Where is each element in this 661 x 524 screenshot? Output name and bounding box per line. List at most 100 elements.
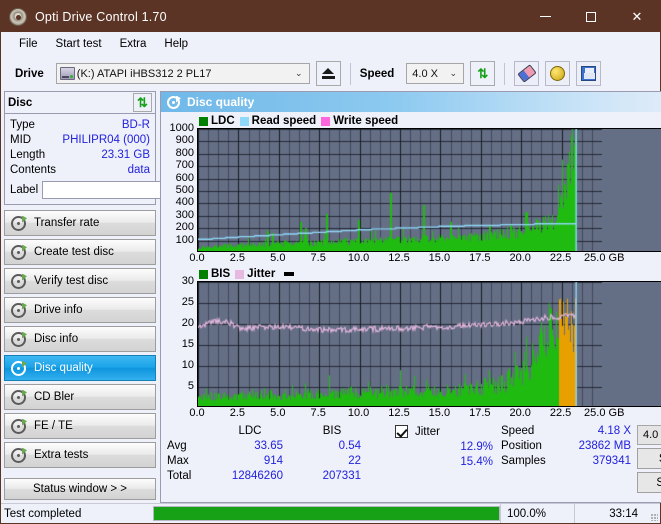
progress-bar	[153, 506, 500, 521]
refresh-button[interactable]: ⇅	[470, 61, 496, 86]
disc-info-icon	[11, 331, 26, 347]
resize-grip[interactable]	[646, 504, 660, 523]
bis-x-axis: 0.0 2.5 5.0 7.5 10.0 12.5 15.0 17.5 20.0 22.5 25.0…	[163, 407, 661, 421]
sidebar-label: Drive info	[34, 304, 83, 316]
legend-read-speed: Read speed	[239, 115, 317, 127]
disc-group-header: Disc ⇅	[5, 92, 155, 114]
disc-row-mid: MID PHILIPR04 (000)	[10, 132, 150, 147]
window-controls: ✕	[522, 1, 660, 32]
stats-total-ldc: 12846260	[231, 470, 283, 482]
sidebar-item-cd-bler[interactable]: CD Bler	[4, 384, 156, 410]
start-part-button[interactable]: Start part	[637, 472, 661, 493]
stats-total-bis: 207331	[322, 470, 361, 482]
disc-refresh-button[interactable]: ⇅	[133, 93, 152, 112]
bonus-button[interactable]	[545, 61, 571, 86]
axis-tick-label: 5	[187, 380, 194, 392]
drive-info-icon	[11, 302, 26, 318]
speed-column: Speed 4.18 X Position 23862 MB Samples 3…	[501, 425, 631, 467]
axis-tick-label: 15	[181, 338, 194, 350]
disc-row-length: Length 23.31 GB	[10, 147, 150, 162]
disc-key-mid: MID	[10, 133, 32, 146]
stats-row-key-total: Total	[167, 470, 192, 482]
axis-tick-label: 7.5	[310, 407, 326, 419]
menu-file[interactable]: File	[10, 35, 47, 53]
jitter-checkbox[interactable]	[395, 425, 408, 438]
speed-value: 4.18 X	[597, 425, 631, 437]
jitter-avg: 12.9%	[460, 441, 493, 453]
legend-bis: BIS	[199, 268, 230, 280]
axis-tick-label: 7.5	[310, 252, 326, 264]
minimize-icon[interactable]	[522, 1, 568, 32]
bis-canvas	[198, 282, 602, 406]
axis-tick-label: 200	[175, 221, 194, 234]
sidebar-item-drive-info[interactable]: Drive info	[4, 297, 156, 323]
disc-row-type: Type BD-R	[10, 117, 150, 132]
progress-percent: 100.0%	[500, 504, 574, 523]
speed-select[interactable]: 4.0 X ⌄	[406, 63, 465, 84]
sidebar-item-fe-te[interactable]: FE / TE	[4, 413, 156, 439]
axis-tick-label: 17.5	[469, 407, 491, 419]
page-title: Disc quality	[187, 95, 255, 109]
drive-label: Drive	[15, 67, 44, 80]
coin-icon	[550, 66, 566, 81]
sidebar-item-create-test-disc[interactable]: Create test disc	[4, 239, 156, 265]
ldc-legend: LDC Read speed Write speed	[163, 114, 661, 128]
menu-help[interactable]: Help	[155, 35, 197, 53]
bis-y-axis-left: 5 10 15 20 25 30	[163, 275, 197, 407]
verify-test-disc-icon	[11, 273, 26, 289]
bis-legend: BIS Jitter	[163, 267, 661, 281]
sidebar-item-disc-info[interactable]: Disc info	[4, 326, 156, 352]
axis-tick-label: 10.0	[347, 407, 370, 419]
sidebar-item-disc-quality[interactable]: Disc quality	[4, 355, 156, 381]
toolbar-divider-2	[504, 62, 506, 85]
stats-max-bis: 22	[348, 455, 361, 467]
jitter-header: Jitter	[377, 425, 499, 438]
sidebar-label: Verify test disc	[34, 275, 109, 287]
progress-bar-fill	[154, 507, 499, 520]
eject-button[interactable]	[315, 61, 341, 86]
legend-swatch-write-speed	[321, 116, 331, 126]
axis-tick-label: 12.5	[388, 407, 410, 419]
bis-plot-row: 51015202530 4%8%12%16%20%	[163, 275, 661, 407]
maximize-icon[interactable]	[568, 1, 614, 32]
erase-button[interactable]	[514, 61, 540, 86]
test-speed-select[interactable]: 4.0 X ⌄	[637, 425, 661, 445]
axis-tick-label: 5.0	[270, 252, 286, 264]
status-bar: Test completed 100.0% 33:14	[1, 503, 660, 523]
legend-label-read-speed: Read speed	[251, 115, 317, 127]
sidebar-label: Create test disc	[34, 246, 114, 258]
stats-row-key-max: Max	[167, 455, 189, 467]
status-window-button[interactable]: Status window > >	[4, 478, 156, 500]
eject-icon	[321, 68, 335, 79]
axis-tick-label: 0.0	[189, 252, 205, 264]
elapsed-time: 33:14	[574, 504, 646, 523]
disc-label-key: Label	[10, 184, 39, 196]
legend-ldc: LDC	[199, 115, 235, 127]
axis-tick-label: 15.0	[428, 252, 451, 264]
drive-icon	[59, 67, 75, 80]
legend-swatch-ldc	[199, 116, 208, 126]
samples-key: Samples	[501, 455, 546, 467]
sidebar-item-verify-test-disc[interactable]: Verify test disc	[4, 268, 156, 294]
disc-group-title: Disc	[8, 96, 33, 109]
axis-tick-label: 25.0 GB	[584, 407, 625, 419]
save-button[interactable]	[576, 61, 602, 86]
axis-tick-label: 0.0	[189, 407, 205, 419]
stats-avg-ldc: 33.65	[254, 440, 283, 452]
axis-tick-label: 900	[175, 134, 194, 147]
axis-tick-label: 20	[181, 317, 194, 329]
start-full-button[interactable]: Start full	[637, 448, 661, 469]
fe-te-icon	[11, 418, 26, 434]
disc-value-mid: PHILIPR04 (000)	[62, 133, 150, 146]
close-icon[interactable]: ✕	[614, 1, 660, 32]
sidebar-item-transfer-rate[interactable]: Transfer rate	[4, 210, 156, 236]
jitter-column: Jitter 12.9% 15.4%	[377, 425, 499, 468]
drive-select[interactable]: (K:) ATAPI iHBS312 2 PL17 ⌄	[55, 63, 310, 84]
menu-extra[interactable]: Extra	[111, 35, 156, 53]
refresh-icon: ⇅	[137, 95, 148, 110]
action-buttons: 4.0 X ⌄ Start full Start part	[637, 425, 661, 493]
sidebar-nav: Transfer rate Create test disc Verify te…	[4, 210, 156, 468]
menu-start-test[interactable]: Start test	[47, 35, 111, 53]
sidebar-item-extra-tests[interactable]: Extra tests	[4, 442, 156, 468]
